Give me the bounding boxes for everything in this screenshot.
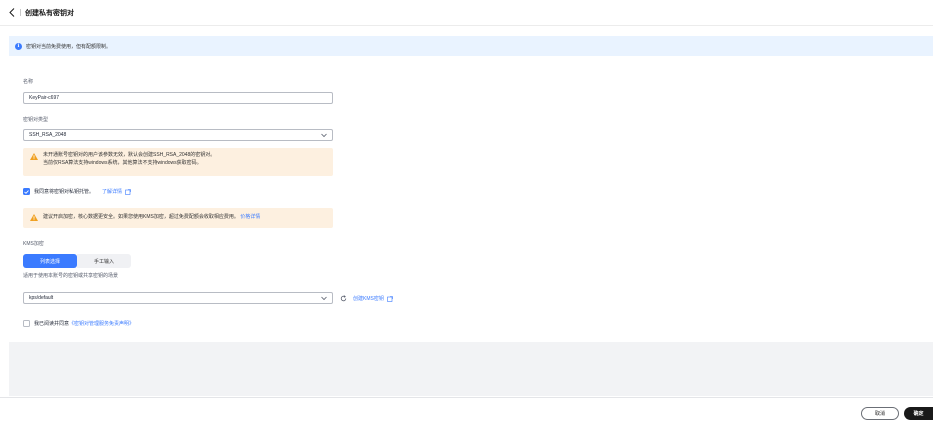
kms-mode-tabs: 列表选择 手工输入 xyxy=(23,254,131,268)
confirm-button[interactable]: 确定 xyxy=(904,407,933,420)
disclaimer-link[interactable]: 《密钥对管理服务免责声明》 xyxy=(69,320,134,327)
info-banner: i 密钥对当前免费使用，但有配额限制。 xyxy=(9,36,933,56)
external-link-icon xyxy=(125,188,132,195)
page-title: 创建私有密钥对 xyxy=(25,9,74,17)
kms-hint: 适用于使用本账号的密钥或共享密钥的场景 xyxy=(23,273,119,279)
learn-more-link-text: 了解详情 xyxy=(102,189,123,195)
custody-warning-text: 建议开启加密，核心数据更安全。如果您使用KMS加密，超过免费配额会收取相应费用。 xyxy=(43,214,239,220)
info-icon: i xyxy=(15,42,22,50)
warning-line-1: 未开通账号密钥对的用户该参数无效，默认会创建SSH_RSA_2048的密钥对。 xyxy=(43,152,216,158)
tab-list-select[interactable]: 列表选择 xyxy=(23,254,77,268)
chevron-down-icon xyxy=(321,133,327,138)
info-banner-text: 密钥对当前免费使用，但有配额限制。 xyxy=(26,43,112,50)
chevron-down-icon xyxy=(321,296,327,301)
cancel-button[interactable]: 取消 xyxy=(861,407,899,420)
warning-line-2: 当前仅RSA算法支持windows系统，其他算法不支持windows获取密码。 xyxy=(43,159,202,166)
name-label: 名称 xyxy=(23,79,34,85)
tab-manual-input[interactable]: 手工输入 xyxy=(77,254,131,268)
custody-checkbox[interactable] xyxy=(23,188,30,195)
keypair-type-warning: 未开通账号密钥对的用户该参数无效，默认会创建SSH_RSA_2048的密钥对。 … xyxy=(23,148,333,176)
agreement-prefix: 我已阅读并同意 xyxy=(34,321,70,327)
footer-divider xyxy=(0,397,933,398)
create-kms-key-link[interactable]: 创建KMS密钥 xyxy=(353,295,394,302)
warning-icon xyxy=(30,153,38,160)
summary-panel xyxy=(9,342,933,396)
external-link-icon xyxy=(387,295,394,302)
refresh-icon[interactable] xyxy=(340,295,347,302)
header-divider xyxy=(20,9,21,16)
name-input-value: KeyPair-c697 xyxy=(29,95,60,101)
warning-icon xyxy=(30,214,38,221)
page-header: 创建私有密钥对 xyxy=(0,0,933,26)
learn-more-link[interactable]: 了解详情 xyxy=(102,188,132,195)
agreement-checkbox-row: 我已阅读并同意 《密钥对管理服务免责声明》 xyxy=(23,320,134,327)
kms-label: KMS加密 xyxy=(23,241,44,247)
kms-key-select[interactable]: kps/default xyxy=(23,292,333,304)
agreement-checkbox[interactable] xyxy=(23,320,30,327)
pricing-link[interactable]: 价格详情 xyxy=(240,214,260,220)
custody-warning: 建议开启加密，核心数据更安全。如果您使用KMS加密，超过免费配额会收取相应费用。… xyxy=(23,208,333,228)
custody-checkbox-label: 我同意将密钥对私钥托管。 xyxy=(34,189,95,195)
keypair-type-value: SSH_RSA_2048 xyxy=(29,132,67,138)
kms-key-value: kps/default xyxy=(29,295,54,301)
name-input[interactable]: KeyPair-c697 xyxy=(23,92,333,104)
custody-checkbox-row: 我同意将密钥对私钥托管。 了解详情 xyxy=(23,188,132,195)
keypair-type-label: 密钥对类型 xyxy=(23,117,49,123)
back-arrow-icon[interactable] xyxy=(9,8,17,18)
keypair-type-select[interactable]: SSH_RSA_2048 xyxy=(23,129,333,141)
create-kms-key-text: 创建KMS密钥 xyxy=(353,296,384,302)
